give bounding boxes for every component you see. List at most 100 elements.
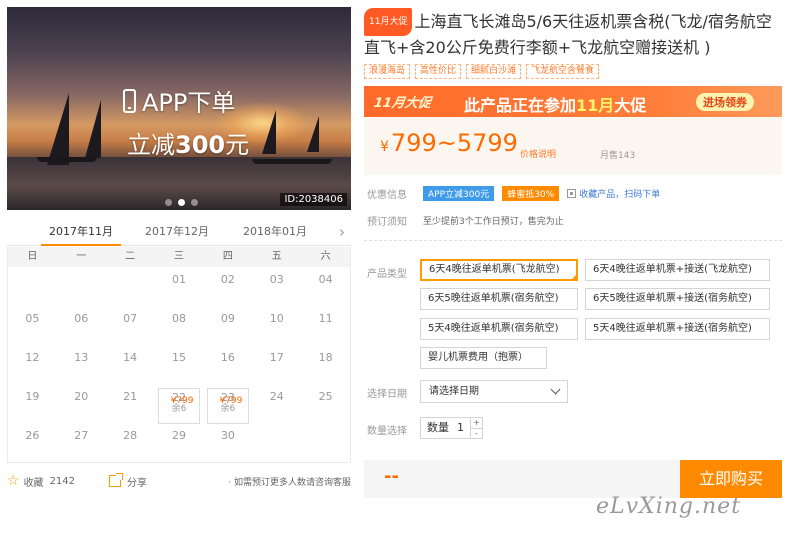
weekday-label: 三 — [174, 251, 184, 262]
calendar-day-cell: 03 — [252, 267, 301, 306]
option-5d4n-cebu-transfer[interactable]: 5天4晚往返单机票+接送(宿务航空) — [585, 318, 770, 340]
day-number: 06 — [74, 312, 89, 325]
decrement-button[interactable]: - — [471, 428, 482, 438]
day-number: 16 — [220, 351, 235, 364]
calendar-day-cell: 26 — [8, 423, 57, 462]
increment-button[interactable]: + — [471, 418, 482, 428]
buy-now-button[interactable]: 立即购买 — [680, 460, 782, 498]
option-6d5n-cebu-transfer[interactable]: 6天5晚往返单机票+接送(宿务航空) — [585, 288, 770, 310]
weekday-label: 一 — [76, 251, 87, 262]
calendar-grid: 日 一 二 三 四 五 六 01 02 03 04 05 06 07 08 09 10 11 12 13… — [7, 247, 351, 463]
product-title-block: 11月大促 上海直飞长滩岛5/6天往返机票含税(飞龙/宿务航空直飞+含20公斤免费… — [364, 8, 784, 60]
calendar-day-cell[interactable]: 23 ¥799 余6 — [203, 384, 252, 424]
carousel-dots — [165, 199, 198, 206]
calendar-day-cell — [301, 423, 350, 462]
day-number: 24 — [269, 390, 284, 403]
share-label[interactable]: 分享 — [127, 474, 147, 489]
calendar-day-cell: 06 — [57, 306, 106, 345]
weekday-label: 日 — [27, 251, 38, 262]
product-type-label: 产品类型 — [367, 269, 407, 280]
available-day[interactable]: 23 ¥799 余6 — [206, 388, 249, 424]
calendar-day-cell[interactable]: 22 ¥799 余6 — [155, 384, 204, 424]
product-tag: 浪漫海岛 — [364, 64, 411, 79]
coupon-chip[interactable]: 蜂蜜抵30% — [502, 186, 560, 201]
calendar-day-cell: 05 — [8, 306, 57, 345]
app-discount-chip[interactable]: APP立减300元 — [423, 186, 495, 201]
tab-month-2[interactable]: 2017年12月 — [137, 222, 217, 246]
share-icon[interactable] — [109, 473, 124, 487]
calendar-day-cell — [57, 267, 106, 306]
offers-label: 优惠信息 — [367, 190, 407, 201]
calendar-day-cell: 21 — [106, 384, 155, 423]
day-price: ¥799 — [170, 396, 194, 406]
sailboat-silhouette — [47, 93, 69, 165]
qr-code-icon[interactable] — [567, 189, 577, 198]
day-number: 12 — [25, 351, 40, 364]
price-note-link[interactable]: 价格说明 — [520, 147, 556, 160]
sailboat-silhouette — [262, 110, 276, 154]
quantity-field[interactable]: 数量 1 — [420, 417, 471, 439]
day-number: 26 — [25, 429, 40, 442]
hero-discount-suffix: 元 — [225, 131, 250, 159]
calendar-day-cell: 17 — [252, 345, 301, 384]
calendar-month-tabs: 2017年11月 2017年12月 2018年01月 › — [7, 222, 351, 246]
tab-month-1[interactable]: 2017年11月 — [41, 222, 121, 246]
available-day[interactable]: 22 ¥799 余6 — [158, 388, 200, 424]
promo-text-highlight: 11月 — [576, 96, 615, 115]
carousel-dot-active[interactable] — [178, 199, 185, 206]
quantity-label: 数量选择 — [367, 426, 407, 437]
product-tag: 飞龙航空含餐食 — [526, 64, 600, 79]
day-price: ¥799 — [219, 396, 243, 406]
calendar-day-cell: 16 — [203, 345, 252, 384]
option-6d4n-flyroyal[interactable]: 6天4晚往返单机票(飞龙航空) — [420, 259, 578, 281]
divider — [364, 240, 782, 241]
day-number: 07 — [123, 312, 138, 325]
qr-order-link[interactable]: 收藏产品，扫码下单 — [579, 187, 660, 200]
favorite-label[interactable]: 收藏 — [24, 474, 44, 489]
site-watermark: eLvXing.net — [596, 494, 742, 519]
option-6d5n-cebu[interactable]: 6天5晚往返单机票(宿务航空) — [420, 288, 578, 310]
product-title: 11月大促 上海直飞长滩岛5/6天往返机票含税(飞龙/宿务航空直飞+含20公斤免费… — [364, 8, 784, 60]
carousel-dot[interactable] — [191, 199, 198, 206]
calendar-body: 01 02 03 04 05 06 07 08 09 10 11 12 13 14 15 16 17 18 19 20… — [8, 267, 350, 462]
tab-month-3[interactable]: 2018年01月 — [235, 222, 315, 246]
calendar-day-cell — [106, 267, 155, 306]
date-select[interactable]: 请选择日期 — [420, 380, 568, 403]
calendar-row: 05 06 07 08 09 10 11 — [8, 306, 350, 345]
option-5d4n-cebu[interactable]: 5天4晚往返单机票(宿务航空) — [420, 318, 578, 340]
calendar-day-cell: 04 — [301, 267, 350, 306]
calendar-day-cell: 30 — [203, 423, 252, 462]
day-number: 14 — [123, 351, 138, 364]
calendar-day-cell: 13 — [57, 345, 106, 384]
day-number: 09 — [220, 312, 235, 325]
star-icon[interactable]: ☆ — [7, 473, 20, 489]
hero-app-label: APP下单 — [142, 89, 236, 117]
carousel-dot[interactable] — [165, 199, 172, 206]
product-tag: 高性价比 — [415, 64, 462, 79]
day-number: 10 — [269, 312, 284, 325]
hero-app-text: APP下单 — [123, 83, 235, 118]
option-infant-ticket[interactable]: 婴儿机票费用（抱票） — [420, 347, 547, 369]
chevron-right-icon[interactable]: › — [339, 223, 345, 241]
quantity-step-buttons: + - — [471, 417, 483, 439]
promo-text-prefix: 此产品正在参加 — [464, 96, 577, 115]
calendar-day-cell: 12 — [8, 345, 57, 384]
product-tag: 细腻白沙滩 — [466, 64, 522, 79]
calendar-day-cell: 02 — [203, 267, 252, 306]
calendar-day-cell: 10 — [252, 306, 301, 345]
hero-banner[interactable]: APP下单 立减300元 ID:2038406 — [7, 7, 351, 210]
promo-banner[interactable]: 11月大促 此产品正在参加11月大促 进场领券 — [364, 86, 782, 117]
hero-discount-amount: 300 — [175, 131, 226, 159]
day-number: 08 — [172, 312, 186, 325]
calendar-row: 12 13 14 15 16 17 18 — [8, 345, 350, 384]
day-number: 05 — [25, 312, 40, 325]
get-coupon-button[interactable]: 进场领券 — [696, 93, 754, 111]
buy-bar: -- 立即购买 — [364, 460, 782, 498]
price-box: ¥799~5799 价格说明 月售143 — [364, 117, 782, 175]
calendar-day-cell: 01 — [155, 267, 204, 306]
price-range-value: 799~5799 — [390, 129, 518, 157]
weekday-label: 二 — [125, 251, 136, 262]
option-6d4n-flyroyal-transfer[interactable]: 6天4晚往返单机票+接送(飞龙航空) — [585, 259, 770, 281]
quantity-value: 1 — [457, 421, 464, 434]
promo-label: 11月大促 — [372, 96, 432, 111]
